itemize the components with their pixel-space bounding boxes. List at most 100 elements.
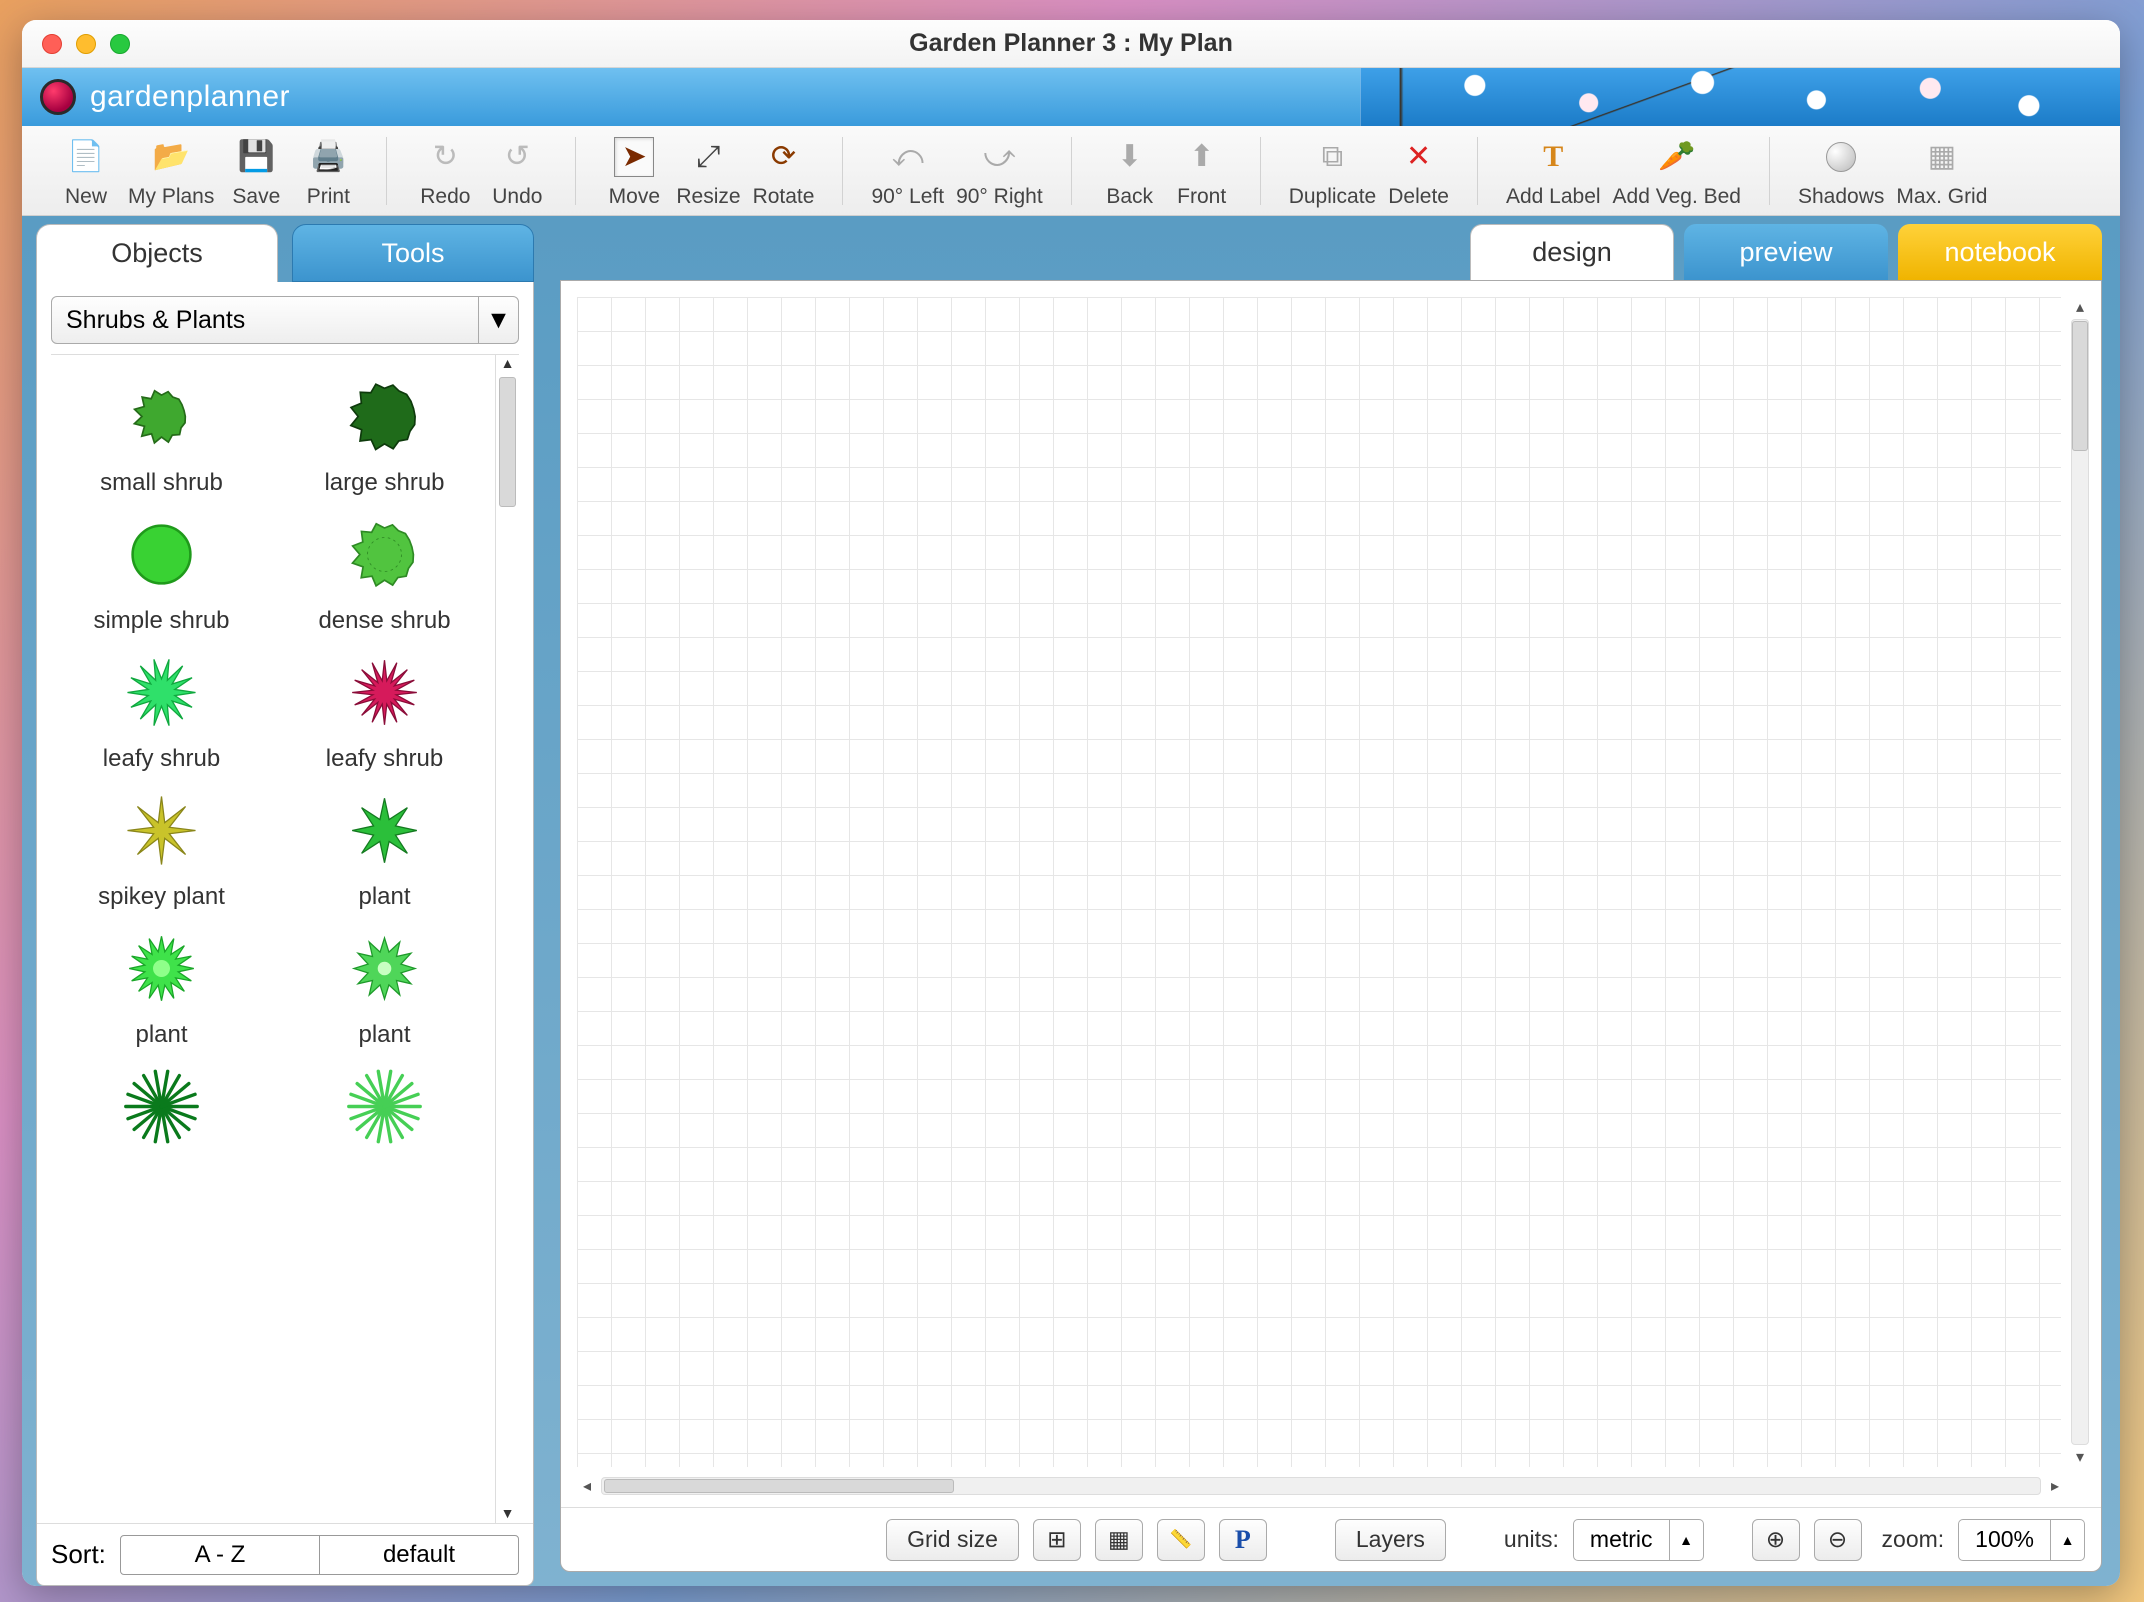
rotate-right-button[interactable]: ⤻90° Right — [950, 133, 1049, 209]
grass-clump-light-icon — [335, 1061, 435, 1151]
grid-size-button[interactable]: Grid size — [886, 1519, 1019, 1561]
object-item[interactable]: large shrub — [278, 371, 491, 497]
save-icon: 💾 — [236, 137, 276, 177]
category-value: Shrubs & Plants — [66, 306, 245, 335]
p-icon: P — [1235, 1525, 1251, 1555]
sort-default-button[interactable]: default — [320, 1536, 518, 1574]
delete-label: Delete — [1388, 185, 1449, 209]
scroll-right-icon[interactable]: ▸ — [2045, 1476, 2065, 1496]
object-item[interactable]: plant — [55, 923, 268, 1049]
scroll-thumb[interactable] — [2072, 321, 2088, 451]
object-item[interactable]: leafy shrub — [55, 647, 268, 773]
move-label: Move — [609, 185, 660, 209]
objects-scrollbar[interactable]: ▲ ▼ — [495, 355, 519, 1523]
delete-button[interactable]: ✕Delete — [1382, 133, 1455, 209]
toolbar-separator — [1071, 137, 1072, 205]
zoom-out-button[interactable]: ⊖ — [1814, 1519, 1862, 1561]
duplicate-button[interactable]: ⧉Duplicate — [1283, 133, 1383, 209]
tab-design[interactable]: design — [1470, 224, 1674, 280]
object-item[interactable]: simple shrub — [55, 509, 268, 635]
tab-notebook[interactable]: notebook — [1898, 224, 2102, 280]
max-grid-label: Max. Grid — [1896, 185, 1987, 209]
toolbar-separator — [1260, 137, 1261, 205]
sphere-icon — [1821, 137, 1861, 177]
save-button[interactable]: 💾 Save — [220, 133, 292, 209]
bring-front-button[interactable]: ⬆Front — [1166, 133, 1238, 209]
rotate-tool-button[interactable]: ⟳Rotate — [747, 133, 821, 209]
toolbar-separator — [1477, 137, 1478, 205]
resize-tool-button[interactable]: ⤢Resize — [670, 133, 746, 209]
scroll-down-icon[interactable]: ▾ — [2065, 1447, 2095, 1467]
object-label: dense shrub — [318, 607, 450, 635]
myplans-label: My Plans — [128, 185, 214, 209]
object-item[interactable]: dense shrub — [278, 509, 491, 635]
shadows-button[interactable]: Shadows — [1792, 133, 1890, 209]
category-select[interactable]: Shrubs & Plants ▼ — [51, 296, 519, 344]
canvas-v-scrollbar[interactable]: ▴ ▾ — [2065, 297, 2095, 1467]
resize-label: Resize — [676, 185, 740, 209]
object-item[interactable] — [55, 1061, 268, 1159]
show-grid-button[interactable]: ▦ — [1095, 1519, 1143, 1561]
print-button[interactable]: 🖨️Print — [292, 133, 364, 209]
left-tabs: Objects Tools — [36, 224, 534, 282]
object-item[interactable]: small shrub — [55, 371, 268, 497]
object-item[interactable]: leafy shrub — [278, 647, 491, 773]
my-plans-button[interactable]: 📂My Plans — [122, 133, 220, 209]
scroll-track[interactable] — [2071, 319, 2089, 1445]
canvas-h-scrollbar[interactable]: ◂ ▸ — [577, 1471, 2065, 1501]
save-label: Save — [232, 185, 280, 209]
objects-grid-wrap: small shrub large shrub simple shrub dense … — [51, 354, 519, 1523]
snap-grid-button[interactable]: ⊞ — [1033, 1519, 1081, 1561]
rotate-left-button[interactable]: ⤺90° Left — [865, 133, 950, 209]
redo-button[interactable]: ↻Redo — [409, 133, 481, 209]
new-button[interactable]: 📄New — [50, 133, 122, 209]
object-label: simple shrub — [93, 607, 229, 635]
canvas-bottom-bar: Grid size ⊞ ▦ 📏 P Layers units: metric ▲… — [561, 1507, 2101, 1571]
new-label: New — [65, 185, 107, 209]
scroll-down-icon[interactable]: ▼ — [496, 1505, 519, 1523]
add-label-button[interactable]: TAdd Label — [1500, 133, 1607, 209]
add-veg-bed-button[interactable]: 🥕Add Veg. Bed — [1607, 133, 1747, 209]
veg-bed-icon: 🥕 — [1657, 137, 1697, 177]
zoom-select[interactable]: 100% ▲ — [1958, 1519, 2085, 1561]
scroll-thumb[interactable] — [604, 1479, 954, 1493]
toolbar-separator — [575, 137, 576, 205]
scroll-left-icon[interactable]: ◂ — [577, 1476, 597, 1496]
units-select[interactable]: metric ▲ — [1573, 1519, 1704, 1561]
sort-toggle: A - Z default — [120, 1535, 519, 1575]
sort-az-button[interactable]: A - Z — [121, 1536, 320, 1574]
print-icon: 🖨️ — [308, 137, 348, 177]
object-item[interactable]: spikey plant — [55, 785, 268, 911]
app-window: Garden Planner 3 : My Plan gardenplanner… — [22, 20, 2120, 1586]
scroll-thumb[interactable] — [499, 377, 516, 507]
tab-tools[interactable]: Tools — [292, 224, 534, 282]
objects-panel: Shrubs & Plants ▼ small shrub large shrub… — [36, 282, 534, 1586]
object-item[interactable]: plant — [278, 785, 491, 911]
canvas-row: ▴ ▾ — [561, 281, 2101, 1467]
send-back-button[interactable]: ⬇Back — [1094, 133, 1166, 209]
tab-objects[interactable]: Objects — [36, 224, 278, 282]
back-label: Back — [1106, 185, 1153, 209]
move-tool-button[interactable]: ➤Move — [598, 133, 670, 209]
ruler-button[interactable]: 📏 — [1157, 1519, 1205, 1561]
objects-grid: small shrub large shrub simple shrub dense … — [51, 355, 495, 1523]
text-icon: T — [1533, 137, 1573, 177]
layers-button[interactable]: Layers — [1335, 1519, 1446, 1561]
scroll-up-icon[interactable]: ▲ — [496, 355, 519, 373]
max-grid-button[interactable]: ▦Max. Grid — [1890, 133, 1993, 209]
titlebar: Garden Planner 3 : My Plan — [22, 20, 2120, 68]
scroll-track[interactable] — [601, 1477, 2041, 1495]
properties-button[interactable]: P — [1219, 1519, 1267, 1561]
design-canvas[interactable] — [577, 297, 2061, 1467]
bring-front-icon: ⬆ — [1182, 137, 1222, 177]
object-label: small shrub — [100, 469, 223, 497]
scroll-up-icon[interactable]: ▴ — [2065, 297, 2095, 317]
grass-clump-dark-icon — [112, 1061, 212, 1151]
tab-preview[interactable]: preview — [1684, 224, 1888, 280]
sort-bar: Sort: A - Z default — [37, 1523, 533, 1585]
redo-label: Redo — [420, 185, 470, 209]
zoom-in-button[interactable]: ⊕ — [1752, 1519, 1800, 1561]
object-item[interactable] — [278, 1061, 491, 1159]
undo-button[interactable]: ↺Undo — [481, 133, 553, 209]
object-item[interactable]: plant — [278, 923, 491, 1049]
